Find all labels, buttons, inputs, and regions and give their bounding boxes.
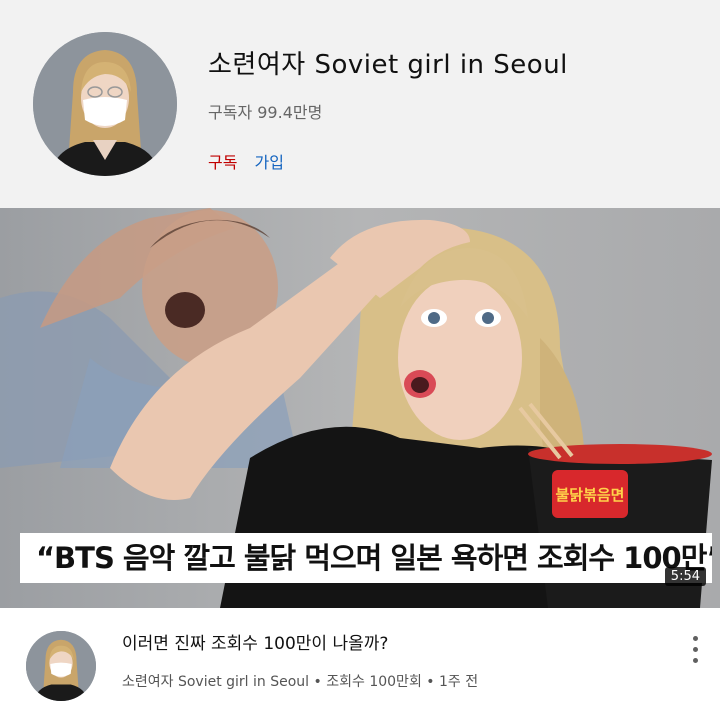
video-channel-name[interactable]: 소련여자 Soviet girl in Seoul [122,674,309,690]
package-label: 불닭볶음면 [555,486,624,504]
video-meta: 소련여자 Soviet girl in Seoul • 조회수 100만회 • … [122,671,478,691]
channel-avatar-image [33,32,177,176]
channel-avatar[interactable] [33,32,177,176]
view-count: 조회수 100만회 [326,674,422,690]
video-channel-avatar-image [26,631,96,701]
channel-actions: 구독 가입 [208,149,284,173]
thumbnail-caption: “BTS 음악 깔고 불닭 먹으며 일본 욕하면 조회수 100만” [20,533,712,583]
more-options-icon[interactable] [684,632,708,668]
channel-header: 소련여자 Soviet girl in Seoul 구독자 99.4만명 구독 … [0,0,720,208]
meta-separator: • [313,674,322,690]
join-button[interactable]: 가입 [255,153,284,172]
video-channel-avatar[interactable] [26,631,96,701]
subscriber-count: 구독자 99.4만명 [208,103,323,122]
video-title[interactable]: 이러면 진짜 조회수 100만이 나올까? [122,629,388,654]
meta-separator: • [426,674,435,690]
subscribe-button[interactable]: 구독 [208,153,237,172]
video-thumbnail[interactable]: 불닭볶음면 “BTS 음악 깔고 불닭 먹으며 일본 욕하면 조회수 100만”… [0,208,720,608]
video-duration: 5:54 [664,567,706,586]
channel-name[interactable]: 소련여자 Soviet girl in Seoul [208,44,568,81]
upload-age: 1주 전 [439,674,479,690]
